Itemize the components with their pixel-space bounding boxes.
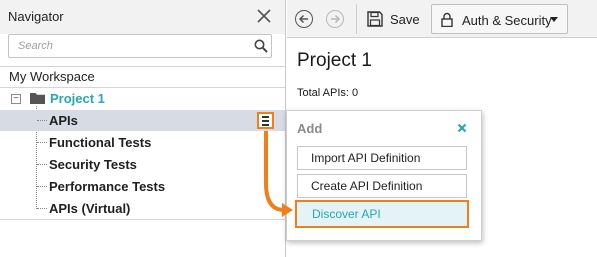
add-popup: Add Import API Definition Create API Def… [286, 110, 482, 241]
forward-icon [331, 14, 341, 24]
lock-icon [441, 12, 453, 27]
divider [0, 66, 285, 67]
navigator-title: Navigator [8, 9, 64, 24]
discover-api-button[interactable]: Discover API [295, 200, 469, 228]
save-button[interactable]: Save [367, 8, 425, 30]
save-label: Save [390, 12, 420, 27]
workspace-label[interactable]: My Workspace [9, 69, 95, 84]
tree-item-project[interactable]: Project 1 [50, 91, 105, 106]
tree-item-apis-virtual[interactable]: APIs (Virtual) [0, 198, 285, 219]
navigator-header: Navigator [0, 0, 285, 34]
auth-security-dropdown[interactable]: Auth & Security [431, 4, 568, 34]
tree-item-label: Functional Tests [49, 135, 152, 150]
tree-item-apis[interactable]: APIs [0, 110, 285, 131]
navigator-panel: Navigator My Workspace − Project 1 APIs … [0, 0, 286, 257]
search-icon[interactable] [254, 39, 268, 53]
search-input[interactable] [9, 35, 245, 57]
toolbar-separator [356, 4, 357, 34]
close-icon[interactable] [257, 9, 271, 23]
search-box [8, 34, 272, 58]
toolbar: Save Auth & Security [287, 0, 597, 38]
popup-title: Add [297, 121, 323, 136]
close-icon[interactable] [457, 123, 467, 133]
tree-item-label: APIs [49, 113, 78, 128]
auth-security-label: Auth & Security [462, 13, 552, 28]
back-icon [298, 14, 308, 24]
tree-item-label: Performance Tests [49, 179, 166, 194]
tree-item-label: APIs (Virtual) [49, 201, 131, 216]
folder-icon [30, 93, 45, 104]
tree-item-security-tests[interactable]: Security Tests [0, 154, 285, 175]
divider [0, 219, 285, 220]
divider [0, 87, 285, 88]
tree-item-label: Security Tests [49, 157, 137, 172]
forward-button[interactable] [326, 10, 344, 28]
chevron-down-icon [550, 17, 558, 22]
collapse-toggle[interactable]: − [11, 94, 21, 104]
tree-item-functional-tests[interactable]: Functional Tests [0, 132, 285, 153]
page-title: Project 1 [297, 50, 372, 71]
save-icon [367, 11, 383, 27]
menu-icon[interactable] [257, 112, 274, 129]
back-button[interactable] [295, 10, 313, 28]
tree-item-performance-tests[interactable]: Performance Tests [0, 176, 285, 197]
total-apis-text: Total APIs: 0 [297, 87, 359, 99]
create-api-definition-button[interactable]: Create API Definition [297, 174, 467, 198]
import-api-definition-button[interactable]: Import API Definition [297, 146, 467, 170]
